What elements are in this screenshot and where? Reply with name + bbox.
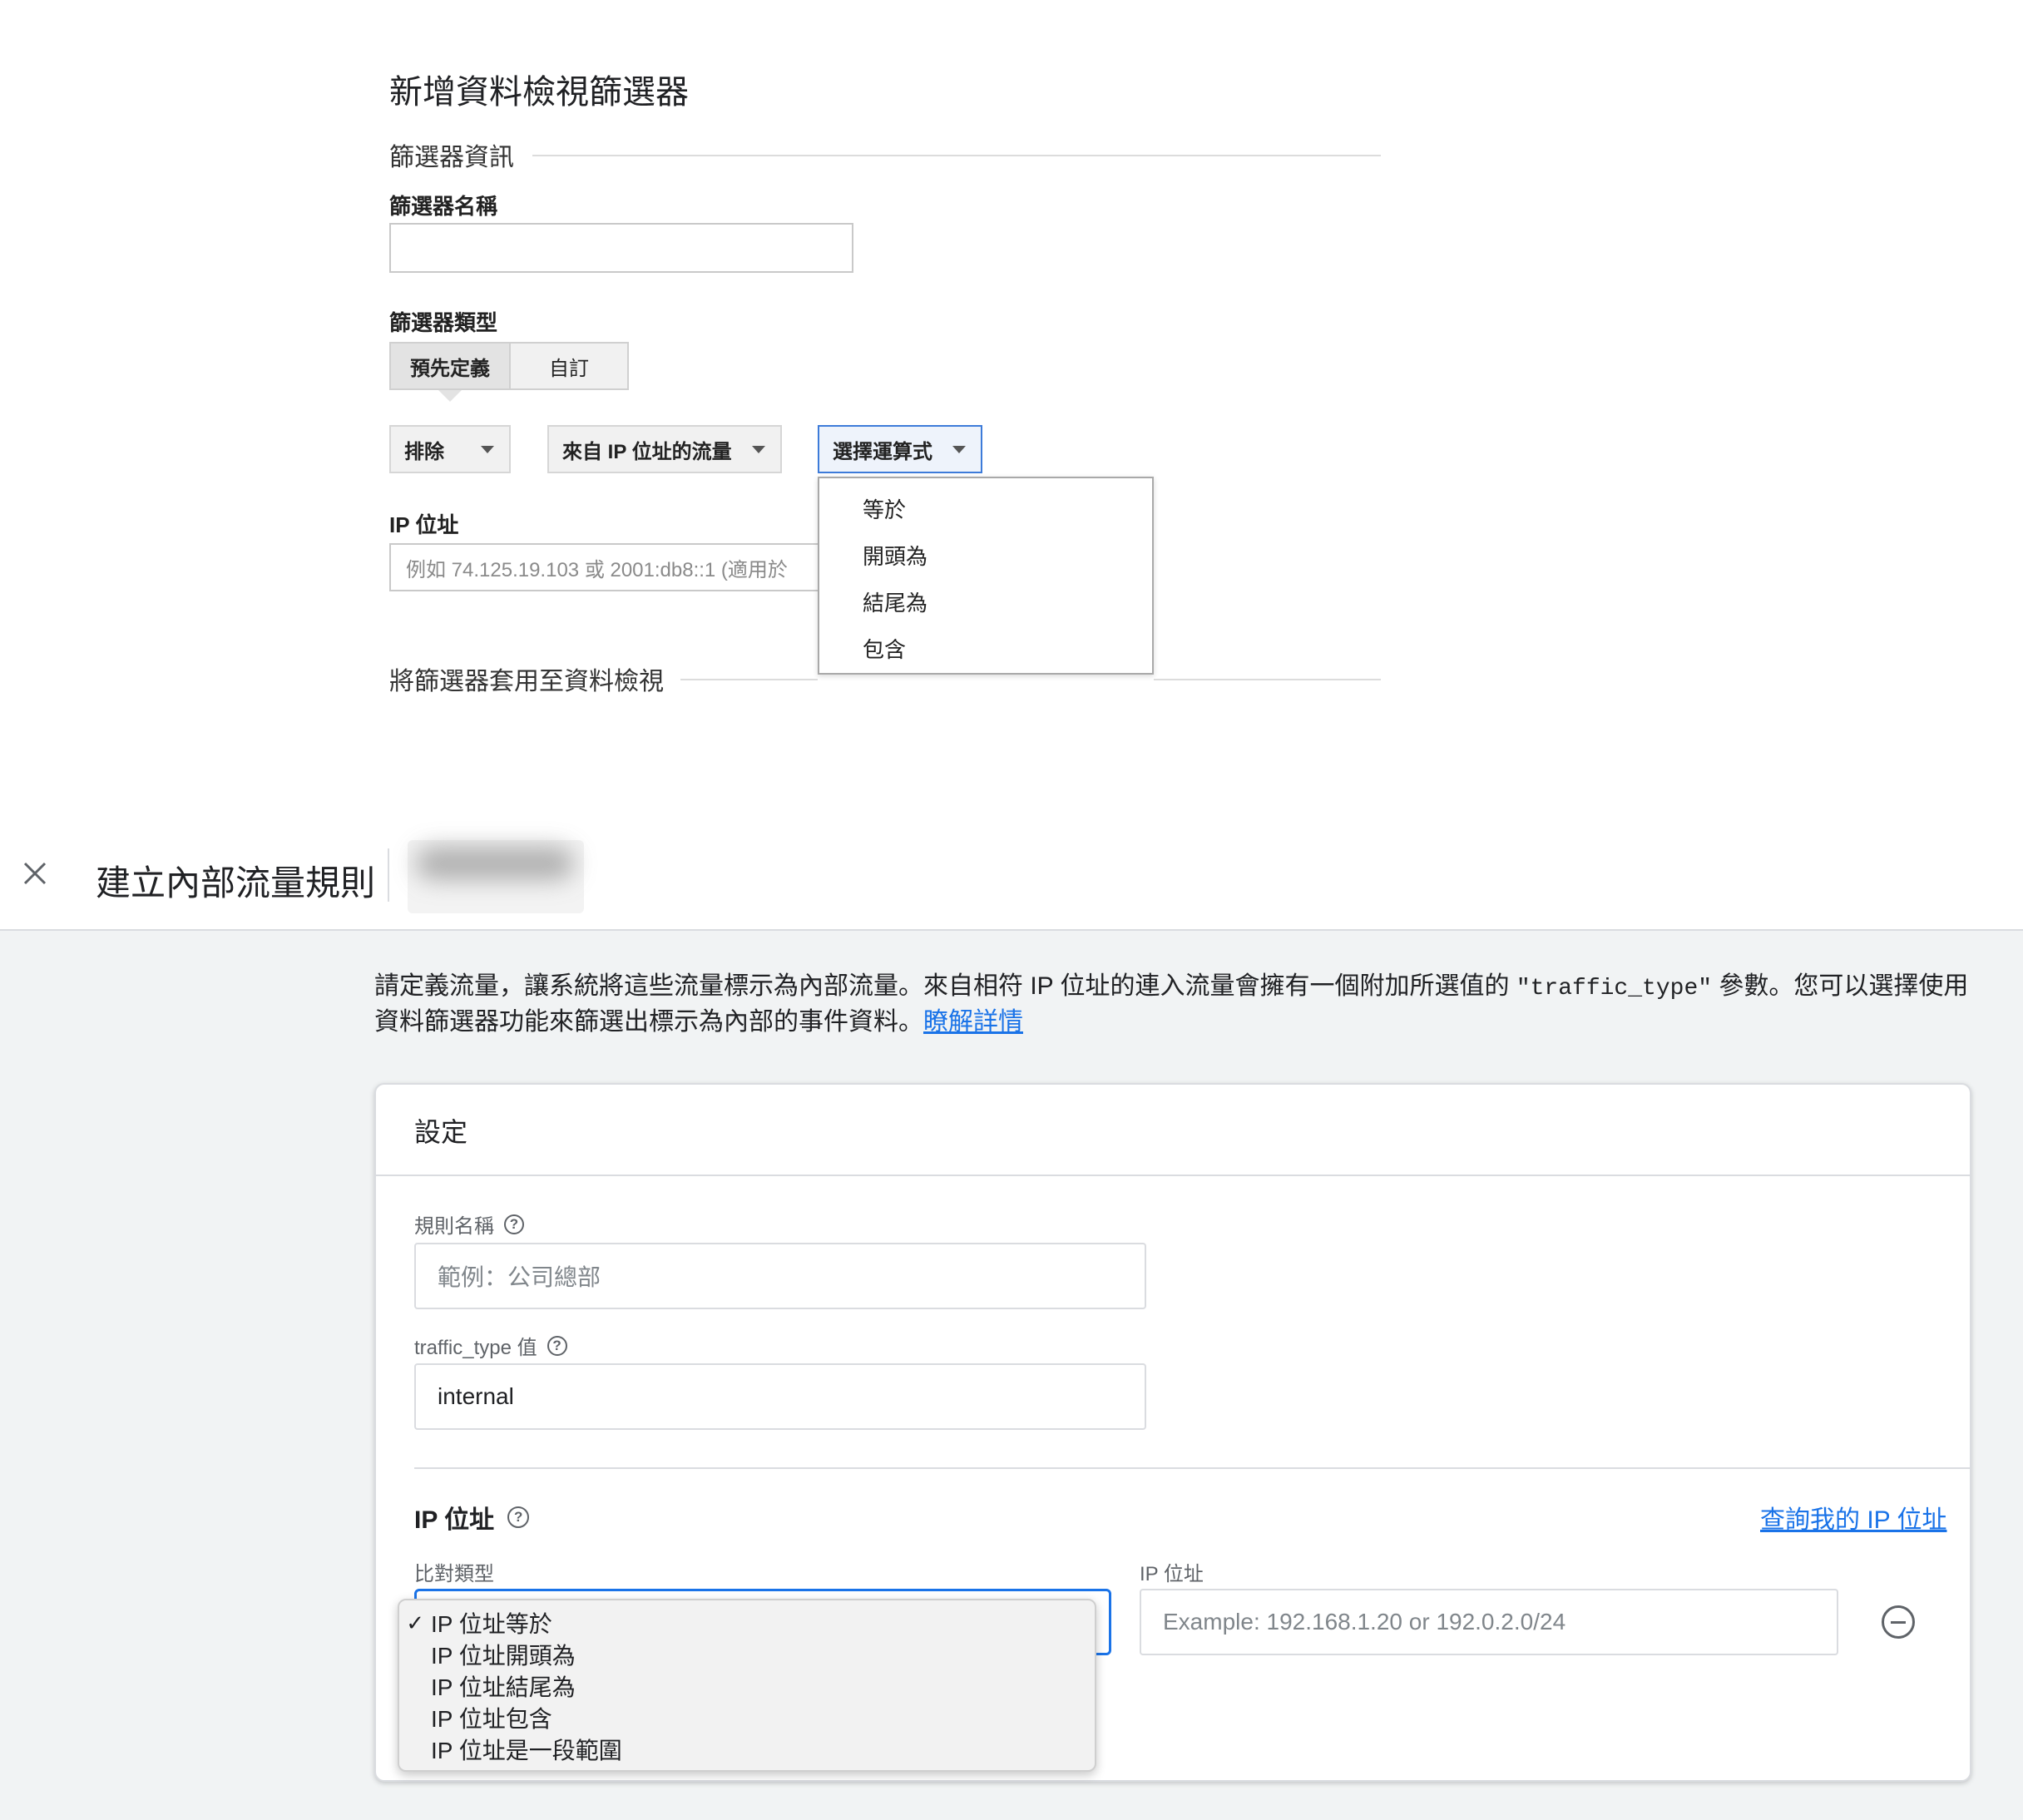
description-part-1: 請定義流量，讓系統將這些流量標示為內部流量。來自相符 IP 位址的連入流量會擁有… [374, 972, 1516, 1000]
operator-option-contains[interactable]: 包含 [819, 625, 1152, 671]
checkmark-icon: ✓ [406, 1610, 424, 1635]
operator-option-ends-with[interactable]: 結尾為 [819, 578, 1152, 625]
help-icon[interactable]: ? [507, 1506, 530, 1528]
redacted-property-name [416, 847, 574, 880]
traffic-type-code: "traffic_type" [1516, 976, 1713, 1001]
close-icon[interactable] [18, 857, 52, 890]
lookup-my-ip-link[interactable]: 查詢我的 IP 位址 [1760, 1499, 1946, 1536]
operator-dropdown-label: 選擇運算式 [833, 440, 932, 463]
traffic-type-label-text: traffic_type 值 [414, 1337, 537, 1359]
traffic-type-input[interactable]: internal [414, 1363, 1146, 1430]
ip-address-input[interactable]: 例如 74.125.19.103 或 2001:db8::1 (適用於 [389, 543, 822, 591]
view-filter-panel [0, 0, 2023, 823]
header-divider [388, 848, 389, 902]
match-type-label: 比對類型 [414, 1563, 494, 1585]
rule-name-label: 規則名稱 ? [414, 1209, 524, 1239]
help-icon[interactable]: ? [504, 1214, 524, 1234]
view-filter-title: 新增資料檢視篩選器 [389, 74, 689, 111]
tab-predefined[interactable]: 預先定義 [391, 344, 509, 388]
apply-to-views-section-label: 將篩選器套用至資料檢視 [389, 660, 680, 697]
card-divider [376, 1175, 1970, 1176]
filter-name-input[interactable] [389, 223, 853, 273]
match-option-label: IP 位址是一段範圍 [431, 1738, 622, 1763]
match-option-range[interactable]: IP 位址是一段範圍 [399, 1733, 1095, 1765]
card-title: 設定 [414, 1117, 468, 1147]
remove-circle-icon[interactable] [1882, 1605, 1915, 1639]
action-dropdown-label: 排除 [404, 440, 444, 463]
source-dropdown[interactable]: 來自 IP 位址的流量 [547, 425, 782, 473]
caret-down-icon [752, 445, 765, 453]
operator-menu: 等於 開頭為 結尾為 包含 [818, 477, 1154, 675]
filter-info-section-label: 篩選器資訊 [389, 136, 531, 173]
traffic-type-label: traffic_type 值 ? [414, 1331, 567, 1360]
help-icon[interactable]: ? [547, 1335, 567, 1356]
description-text: 請定義流量，讓系統將這些流量標示為內部流量。來自相符 IP 位址的連入流量會擁有… [374, 970, 1980, 1039]
caret-down-icon [952, 445, 966, 453]
ip-section-title-text: IP 位址 [414, 1506, 495, 1534]
ip-section-divider [414, 1467, 1971, 1469]
match-option-label: IP 位址結尾為 [431, 1674, 576, 1700]
ip-address-label: IP 位址 [389, 512, 459, 537]
section-divider [1154, 679, 1381, 680]
operator-option-begins-with[interactable]: 開頭為 [819, 532, 1152, 578]
match-option-begins-with[interactable]: IP 位址開頭為 [399, 1639, 1095, 1670]
header-title: 建立內部流量規則 [96, 863, 376, 903]
match-option-contains[interactable]: IP 位址包含 [399, 1702, 1095, 1733]
tab-custom[interactable]: 自訂 [509, 344, 627, 388]
caret-down-icon [481, 445, 494, 453]
match-option-label: IP 位址等於 [431, 1611, 552, 1637]
ip-address-field[interactable]: Example: 192.168.1.20 or 192.0.2.0/24 [1140, 1589, 1838, 1655]
tab-selected-pointer [438, 390, 462, 402]
match-option-label: IP 位址包含 [431, 1706, 552, 1732]
rule-name-label-text: 規則名稱 [414, 1215, 494, 1238]
ip-address-field-placeholder: Example: 192.168.1.20 or 192.0.2.0/24 [1163, 1609, 1566, 1635]
action-dropdown[interactable]: 排除 [389, 425, 511, 473]
operator-option-equals[interactable]: 等於 [819, 485, 1152, 532]
ip-field-label: IP 位址 [1140, 1563, 1204, 1585]
match-type-menu: ✓ IP 位址等於 IP 位址開頭為 IP 位址結尾為 IP 位址包含 IP 位… [398, 1599, 1096, 1772]
learn-more-link[interactable]: 瞭解詳情 [923, 1008, 1023, 1036]
section-divider [532, 155, 1381, 156]
ip-section-title: IP 位址 ? [414, 1499, 530, 1536]
match-option-label: IP 位址開頭為 [431, 1643, 576, 1669]
rule-name-input[interactable]: 範例：公司總部 [414, 1243, 1146, 1309]
filter-name-label: 篩選器名稱 [389, 194, 498, 219]
filter-type-label: 篩選器類型 [389, 310, 498, 335]
traffic-type-value: internal [438, 1383, 514, 1409]
operator-dropdown[interactable]: 選擇運算式 [818, 425, 982, 473]
filter-type-toggle: 預先定義 自訂 [389, 342, 629, 390]
source-dropdown-label: 來自 IP 位址的流量 [562, 440, 732, 463]
match-option-ends-with[interactable]: IP 位址結尾為 [399, 1670, 1095, 1702]
match-option-equals[interactable]: ✓ IP 位址等於 [399, 1607, 1095, 1639]
section-divider [665, 679, 818, 680]
rule-name-placeholder: 範例：公司總部 [438, 1264, 601, 1290]
ip-address-placeholder: 例如 74.125.19.103 或 2001:db8::1 (適用於 [406, 558, 788, 581]
